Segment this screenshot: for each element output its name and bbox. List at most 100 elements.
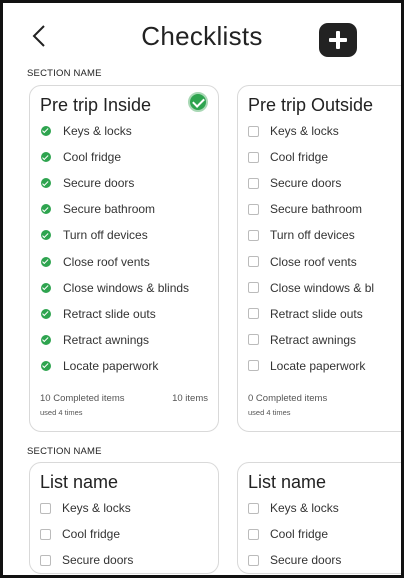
usage-count: used 4 times	[40, 407, 83, 417]
checklist-item-label: Turn off devices	[270, 228, 355, 243]
checklist-item[interactable]: Turn off devices	[248, 222, 401, 248]
check-circle-icon	[41, 282, 51, 293]
checklist-item-label: Secure doors	[270, 553, 342, 568]
header: Checklists	[3, 3, 401, 65]
check-circle-icon	[41, 178, 51, 189]
checklist-item-label: Locate paperwork	[270, 358, 366, 373]
item-count: 10 items	[172, 392, 208, 404]
check-circle-icon	[41, 204, 51, 215]
checkbox[interactable]	[248, 334, 259, 346]
checklist-item-label: Cool fridge	[62, 527, 121, 542]
checklist-item-label: Keys & locks	[62, 501, 131, 516]
card-title: List name	[40, 472, 119, 492]
checklist-item[interactable]: Locate paperwork	[40, 353, 208, 379]
app-frame: Checklists SECTION NAME Pre trip Inside K…	[0, 0, 404, 578]
checklist-item-label: Cool fridge	[63, 150, 122, 165]
checkbox[interactable]	[248, 125, 259, 137]
checklist-item[interactable]: Retract slide outs	[248, 301, 401, 327]
checklist-item[interactable]: Retract slide outs	[40, 301, 208, 327]
check-circle-icon	[41, 334, 51, 345]
check-circle-icon	[41, 152, 51, 163]
checklist-item-label: Close windows & bl	[270, 280, 375, 295]
checklist-item[interactable]: Keys & locks	[40, 495, 208, 521]
checklist-item-label: Secure bathroom	[63, 202, 156, 217]
checklist-item[interactable]: Secure doors	[248, 170, 401, 196]
checklist-item[interactable]: Cool fridge	[40, 521, 208, 547]
section-1-row[interactable]: List name Keys & locks Cool fridge Secure d…	[29, 462, 401, 575]
checklist-item[interactable]: Cool fridge	[248, 144, 401, 170]
checklist-item-label: Cool fridge	[270, 527, 329, 542]
checklist-item[interactable]: Retract awnings	[40, 327, 208, 353]
checklist-item[interactable]: Secure doors	[40, 547, 208, 573]
check-circle-icon	[41, 360, 51, 371]
checklist-item-label: Close windows & blinds	[63, 280, 190, 295]
checklist-item[interactable]: Secure bathroom	[40, 196, 208, 222]
checklist-item[interactable]: Locate paperwork	[248, 353, 401, 379]
checkbox[interactable]	[248, 256, 259, 268]
card-footer: 10 Completed items 10 items used 4 times	[40, 383, 208, 431]
checklist-item[interactable]: Cool fridge	[248, 521, 401, 547]
checkbox[interactable]	[40, 502, 51, 514]
checklist-item[interactable]: Retract awnings	[248, 327, 401, 353]
checkbox[interactable]	[248, 177, 259, 189]
checkbox[interactable]	[248, 528, 259, 540]
card-title: Pre trip Inside	[40, 95, 152, 115]
checklist-card[interactable]: Pre trip Inside Keys & locks Cool fridge Se…	[29, 85, 219, 432]
checklist-item-label: Retract slide outs	[270, 306, 363, 321]
check-circle-icon	[41, 308, 51, 319]
usage-count: used 4 times	[248, 407, 291, 417]
checklist-card[interactable]: Pre trip Outside Keys & locks Cool fridge S…	[237, 85, 401, 432]
checklist-item-label: Locate paperwork	[63, 358, 159, 373]
checkbox[interactable]	[40, 528, 51, 540]
card-footer: 0 Completed items used 4 times	[248, 383, 401, 431]
checklist-item[interactable]: Secure bathroom	[248, 196, 401, 222]
card-title: List name	[248, 472, 327, 492]
checkbox[interactable]	[248, 203, 259, 215]
checklist-card[interactable]: List name Keys & locks Cool fridge Secure d…	[237, 462, 401, 575]
check-circle-icon	[188, 92, 208, 112]
checklist-item[interactable]: Close windows & bl	[248, 275, 401, 301]
checklist-item-label: Close roof vents	[63, 254, 150, 269]
checklist-item-label: Secure bathroom	[270, 202, 363, 217]
checklist-item[interactable]: Secure doors	[40, 170, 208, 196]
checklist-item-label: Close roof vents	[270, 254, 357, 269]
checklist-item[interactable]: Keys & locks	[248, 118, 401, 144]
card-title: Pre trip Outside	[248, 95, 374, 115]
checklist-item[interactable]: Cool fridge	[40, 144, 208, 170]
checklist-item[interactable]: Secure doors	[248, 547, 401, 573]
section-label: SECTION NAME	[27, 68, 102, 79]
checklist-item-label: Turn off devices	[63, 228, 148, 243]
checklist-item[interactable]: Keys & locks	[248, 495, 401, 521]
checklist-item-label: Keys & locks	[270, 124, 339, 139]
checklist-item[interactable]: Close roof vents	[40, 248, 208, 274]
checkbox[interactable]	[248, 360, 259, 372]
checklist-item[interactable]: Close windows & blinds	[40, 275, 208, 301]
check-circle-icon	[41, 126, 51, 137]
checklist-item-label: Secure doors	[62, 553, 134, 568]
completed-count: 10 Completed items	[40, 392, 125, 404]
checkbox[interactable]	[248, 229, 259, 241]
checkbox[interactable]	[248, 308, 259, 320]
checklist-item-label: Keys & locks	[63, 124, 132, 139]
checkbox[interactable]	[248, 282, 259, 294]
checklist-item-label: Secure doors	[63, 176, 135, 191]
section-0-row[interactable]: Pre trip Inside Keys & locks Cool fridge Se…	[29, 85, 401, 432]
checkbox[interactable]	[248, 554, 259, 566]
checklist-item-label: Keys & locks	[270, 501, 339, 516]
checklist-item[interactable]: Close roof vents	[248, 248, 401, 274]
checklist-card[interactable]: List name Keys & locks Cool fridge Secure d…	[29, 462, 219, 575]
checklist-item-label: Retract slide outs	[63, 306, 156, 321]
checklist-item[interactable]: Keys & locks	[40, 118, 208, 144]
checklist-item-label: Cool fridge	[270, 150, 329, 165]
add-checklist-button[interactable]	[319, 23, 357, 57]
checklist-item-label: Retract awnings	[270, 332, 357, 347]
completed-count: 0 Completed items	[248, 392, 328, 404]
checkbox[interactable]	[40, 554, 51, 566]
check-circle-icon	[41, 256, 51, 267]
checkbox[interactable]	[248, 151, 259, 163]
checklist-item[interactable]: Turn off devices	[40, 222, 208, 248]
checklist-item-label: Secure doors	[270, 176, 342, 191]
section-label: SECTION NAME	[27, 446, 102, 457]
check-circle-icon	[41, 230, 51, 241]
checkbox[interactable]	[248, 502, 259, 514]
